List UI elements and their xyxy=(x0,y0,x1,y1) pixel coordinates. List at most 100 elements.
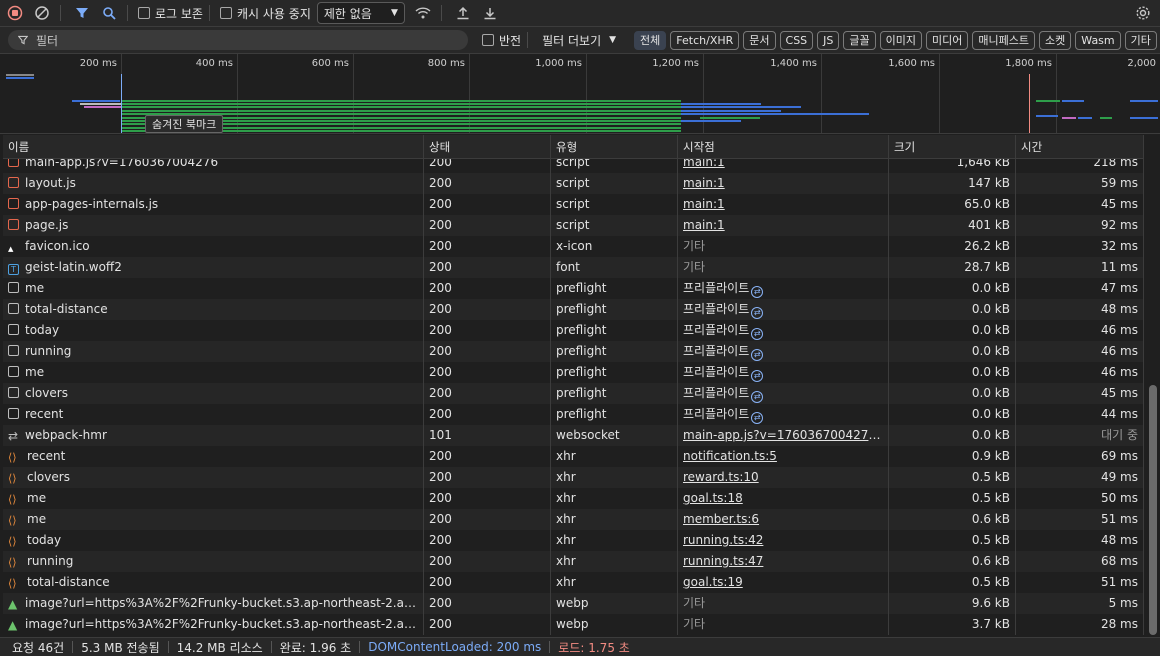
preflight-link-icon[interactable]: ⇄ xyxy=(751,286,764,298)
type-filter-7[interactable]: 미디어 xyxy=(926,30,969,50)
initiator-cell[interactable]: member.ts:6 xyxy=(678,509,889,530)
table-row[interactable]: me 200 preflight 프리플라이트 ⇄ 0.0 kB 47 ms xyxy=(3,278,1144,299)
initiator-cell[interactable]: running.ts:47 xyxy=(678,551,889,572)
initiator-link[interactable]: main-app.js?v=1760367004276:182 xyxy=(683,428,888,442)
initiator-link[interactable]: reward.ts:10 xyxy=(683,470,759,484)
name-cell[interactable]: Tgeist-latin.woff2 xyxy=(3,257,424,278)
network-conditions-button[interactable] xyxy=(411,2,435,24)
initiator-link[interactable]: running.ts:47 xyxy=(683,554,763,568)
type-filter-9[interactable]: 소켓 xyxy=(1039,30,1072,50)
table-row[interactable]: me 200 preflight 프리플라이트 ⇄ 0.0 kB 46 ms xyxy=(3,362,1144,383)
name-cell[interactable]: me xyxy=(3,278,424,299)
table-row[interactable]: ⟨⟩ me 200 xhr member.ts:6 0.6 kB 51 ms xyxy=(3,509,1144,530)
name-cell[interactable]: ⟨⟩ clovers xyxy=(3,467,424,488)
preflight-link-icon[interactable]: ⇄ xyxy=(751,412,764,424)
filter-toggle-button[interactable] xyxy=(70,2,94,24)
name-cell[interactable]: recent xyxy=(3,404,424,425)
initiator-cell[interactable]: main:1 xyxy=(678,215,889,236)
table-row[interactable]: ⟨⟩ me 200 xhr goal.ts:18 0.5 kB 50 ms xyxy=(3,488,1144,509)
initiator-link[interactable]: main:1 xyxy=(683,218,725,232)
table-row[interactable]: layout.js 200 script main:1 147 kB 59 ms xyxy=(3,173,1144,194)
table-row[interactable]: ▲ favicon.ico 200 x-icon 기타 26.2 kB 32 ms xyxy=(3,236,1144,257)
name-cell[interactable]: running xyxy=(3,341,424,362)
table-scrollbar[interactable] xyxy=(1146,135,1160,637)
name-cell[interactable]: ⟨⟩ me xyxy=(3,488,424,509)
type-filter-2[interactable]: 문서 xyxy=(743,30,776,50)
table-row[interactable]: page.js 200 script main:1 401 kB 92 ms xyxy=(3,215,1144,236)
preserve-log-checkbox[interactable]: 로그 보존 xyxy=(138,5,203,22)
checkbox-box[interactable] xyxy=(482,34,494,46)
initiator-link[interactable]: member.ts:6 xyxy=(683,512,759,526)
initiator-cell[interactable]: main:1 xyxy=(678,159,889,173)
type-filter-10[interactable]: Wasm xyxy=(1075,30,1121,50)
type-filter-3[interactable]: CSS xyxy=(779,30,814,50)
type-filter-5[interactable]: 글꼴 xyxy=(843,30,876,50)
table-row[interactable]: running 200 preflight 프리플라이트 ⇄ 0.0 kB 46 ms xyxy=(3,341,1144,362)
initiator-link[interactable]: main:1 xyxy=(683,197,725,211)
initiator-cell[interactable]: main:1 xyxy=(678,173,889,194)
export-har-button[interactable] xyxy=(478,2,502,24)
initiator-cell[interactable]: reward.ts:10 xyxy=(678,467,889,488)
name-cell[interactable]: total-distance xyxy=(3,299,424,320)
column-header-5[interactable]: 시간 xyxy=(1016,135,1144,159)
name-cell[interactable]: main-app.js?v=1760367004276 xyxy=(3,159,424,173)
table-row[interactable]: ⟨⟩ clovers 200 xhr reward.ts:10 0.5 kB 49 ms xyxy=(3,467,1144,488)
table-row[interactable]: app-pages-internals.js 200 script main:1 65.… xyxy=(3,194,1144,215)
table-row[interactable]: today 200 preflight 프리플라이트 ⇄ 0.0 kB 46 ms xyxy=(3,320,1144,341)
preflight-link-icon[interactable]: ⇄ xyxy=(751,328,764,340)
table-row[interactable]: ▲ image?url=https%3A%2F%2Frunky-bucket.s3… xyxy=(3,593,1144,614)
type-filter-1[interactable]: Fetch/XHR xyxy=(670,30,740,50)
settings-button[interactable] xyxy=(1131,2,1155,24)
type-filter-0[interactable]: 전체 xyxy=(634,30,667,50)
initiator-cell[interactable]: goal.ts:18 xyxy=(678,488,889,509)
name-cell[interactable]: today xyxy=(3,320,424,341)
hidden-bookmark[interactable]: 숨겨진 북마크 xyxy=(145,115,224,133)
initiator-link[interactable]: notification.ts:5 xyxy=(683,449,777,463)
preflight-link-icon[interactable]: ⇄ xyxy=(751,307,764,319)
name-cell[interactable]: ⟨⟩ recent xyxy=(3,446,424,467)
column-header-3[interactable]: 시작점 xyxy=(678,135,889,159)
name-cell[interactable]: ⇄ webpack-hmr xyxy=(3,425,424,446)
clear-button[interactable] xyxy=(30,2,54,24)
preflight-link-icon[interactable]: ⇄ xyxy=(751,391,764,403)
initiator-cell[interactable]: running.ts:42 xyxy=(678,530,889,551)
initiator-link[interactable]: running.ts:42 xyxy=(683,533,763,547)
name-cell[interactable]: clovers xyxy=(3,383,424,404)
invert-checkbox[interactable]: 반전 xyxy=(482,32,521,49)
checkbox-box[interactable] xyxy=(219,7,232,19)
table-row[interactable]: recent 200 preflight 프리플라이트 ⇄ 0.0 kB 44 ms xyxy=(3,404,1144,425)
initiator-link[interactable]: goal.ts:19 xyxy=(683,575,743,589)
import-har-button[interactable] xyxy=(451,2,475,24)
table-row[interactable]: clovers 200 preflight 프리플라이트 ⇄ 0.0 kB 45 ms xyxy=(3,383,1144,404)
overview-timeline[interactable]: 200 ms 400 ms 600 ms 800 ms 1,000 ms 1,200 ms… xyxy=(0,54,1160,134)
table-row[interactable]: total-distance 200 preflight 프리플라이트 ⇄ 0.0 kB 4… xyxy=(3,299,1144,320)
table-row[interactable]: ⟨⟩ recent 200 xhr notification.ts:5 0.9 kB 69 … xyxy=(3,446,1144,467)
name-cell[interactable]: ⟨⟩ running xyxy=(3,551,424,572)
initiator-cell[interactable]: main:1 xyxy=(678,194,889,215)
type-filter-4[interactable]: JS xyxy=(817,30,840,50)
table-row[interactable]: ⇄ webpack-hmr 101 websocket main-app.js?v=17… xyxy=(3,425,1144,446)
column-header-2[interactable]: 유형 xyxy=(551,135,678,159)
name-cell[interactable]: ▲ favicon.ico xyxy=(3,236,424,257)
type-filter-8[interactable]: 매니페스트 xyxy=(972,30,1036,50)
filter-input[interactable]: 필터 xyxy=(8,30,468,50)
throttle-select[interactable]: 제한 없음 ▼ xyxy=(316,2,405,24)
name-cell[interactable]: layout.js xyxy=(3,173,424,194)
checkbox-box[interactable] xyxy=(138,7,150,19)
preflight-link-icon[interactable]: ⇄ xyxy=(751,370,764,382)
name-cell[interactable]: ▲ image?url=https%3A%2F%2Frunky-bucket.s3… xyxy=(3,614,424,635)
initiator-link[interactable]: main:1 xyxy=(683,176,725,190)
initiator-link[interactable]: main:1 xyxy=(683,159,725,169)
name-cell[interactable]: ⟨⟩ total-distance xyxy=(3,572,424,593)
table-row[interactable]: ⟨⟩ today 200 xhr running.ts:42 0.5 kB 48 ms xyxy=(3,530,1144,551)
table-row[interactable]: ⟨⟩ running 200 xhr running.ts:47 0.6 kB 68 ms xyxy=(3,551,1144,572)
type-filter-11[interactable]: 기타 xyxy=(1124,30,1157,50)
record-button[interactable] xyxy=(3,2,27,24)
name-cell[interactable]: page.js xyxy=(3,215,424,236)
name-cell[interactable]: ⟨⟩ me xyxy=(3,509,424,530)
initiator-cell[interactable]: notification.ts:5 xyxy=(678,446,889,467)
type-filter-6[interactable]: 이미지 xyxy=(879,30,923,50)
disable-cache-checkbox[interactable]: 캐시 사용 중지 xyxy=(219,5,311,22)
initiator-cell[interactable]: main-app.js?v=1760367004276:182 xyxy=(678,425,889,446)
initiator-cell[interactable]: goal.ts:19 xyxy=(678,572,889,593)
